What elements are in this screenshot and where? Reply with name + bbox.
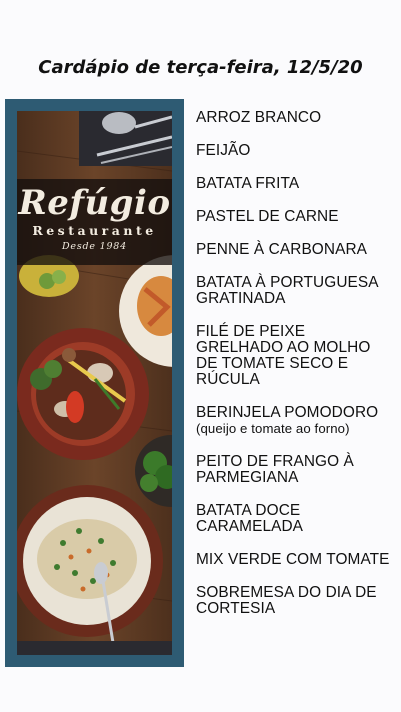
menu-item-name: BATATA DOCE CARAMELADA — [196, 502, 304, 535]
menu-item: ARROZ BRANCO — [196, 110, 396, 126]
logo-subtitle: Restaurante — [32, 223, 157, 238]
restaurant-logo: Refúgio Restaurante Desde 1984 — [17, 179, 172, 265]
menu-list: ARROZ BRANCO FEIJÃO BATATA FRITA PASTEL … — [196, 110, 396, 634]
menu-item-name: PEITO DE FRANGO À PARMEGIANA — [196, 453, 354, 486]
menu-item: BATATA FRITA — [196, 176, 396, 192]
menu-item-name: MIX VERDE COM TOMATE — [196, 551, 390, 568]
menu-item-name: BATATA À PORTUGUESA GRATINADA — [196, 274, 378, 307]
menu-item: BATATA À PORTUGUESA GRATINADA — [196, 275, 396, 307]
restaurant-photo: Refúgio Restaurante Desde 1984 — [17, 111, 172, 655]
menu-item: PASTEL DE CARNE — [196, 209, 396, 225]
menu-item: BATATA DOCE CARAMELADA — [196, 503, 396, 535]
menu-item: PENNE À CARBONARA — [196, 242, 396, 258]
restaurant-photo-frame: Refúgio Restaurante Desde 1984 — [5, 99, 184, 667]
menu-item-name: SOBREMESA DO DIA DE CORTESIA — [196, 584, 377, 617]
menu-item-note: (queijo e tomate ao forno) — [196, 421, 350, 436]
page-title: Cardápio de terça-feira, 12/5/20 — [38, 57, 363, 78]
menu-item-name: PASTEL DE CARNE — [196, 208, 339, 225]
menu-item-name: ARROZ BRANCO — [196, 109, 322, 126]
menu-item-name: FILÉ DE PEIXE GRELHADO AO MOLHO DE TOMAT… — [196, 323, 371, 388]
menu-item: FILÉ DE PEIXE GRELHADO AO MOLHO DE TOMAT… — [196, 324, 396, 388]
menu-item-name: PENNE À CARBONARA — [196, 241, 368, 258]
logo-name: Refúgio — [18, 183, 171, 223]
menu-item-name: BERINJELA POMODORO — [196, 404, 379, 421]
menu-item: MIX VERDE COM TOMATE — [196, 552, 396, 568]
menu-item-name: FEIJÃO — [196, 142, 251, 159]
menu-item: BERINJELA POMODORO (queijo e tomate ao fo… — [196, 405, 396, 437]
menu-item: PEITO DE FRANGO À PARMEGIANA — [196, 454, 396, 486]
menu-item-name: BATATA FRITA — [196, 175, 300, 192]
logo-since: Desde 1984 — [61, 241, 127, 252]
menu-item: SOBREMESA DO DIA DE CORTESIA — [196, 585, 396, 617]
menu-item: FEIJÃO — [196, 143, 396, 159]
